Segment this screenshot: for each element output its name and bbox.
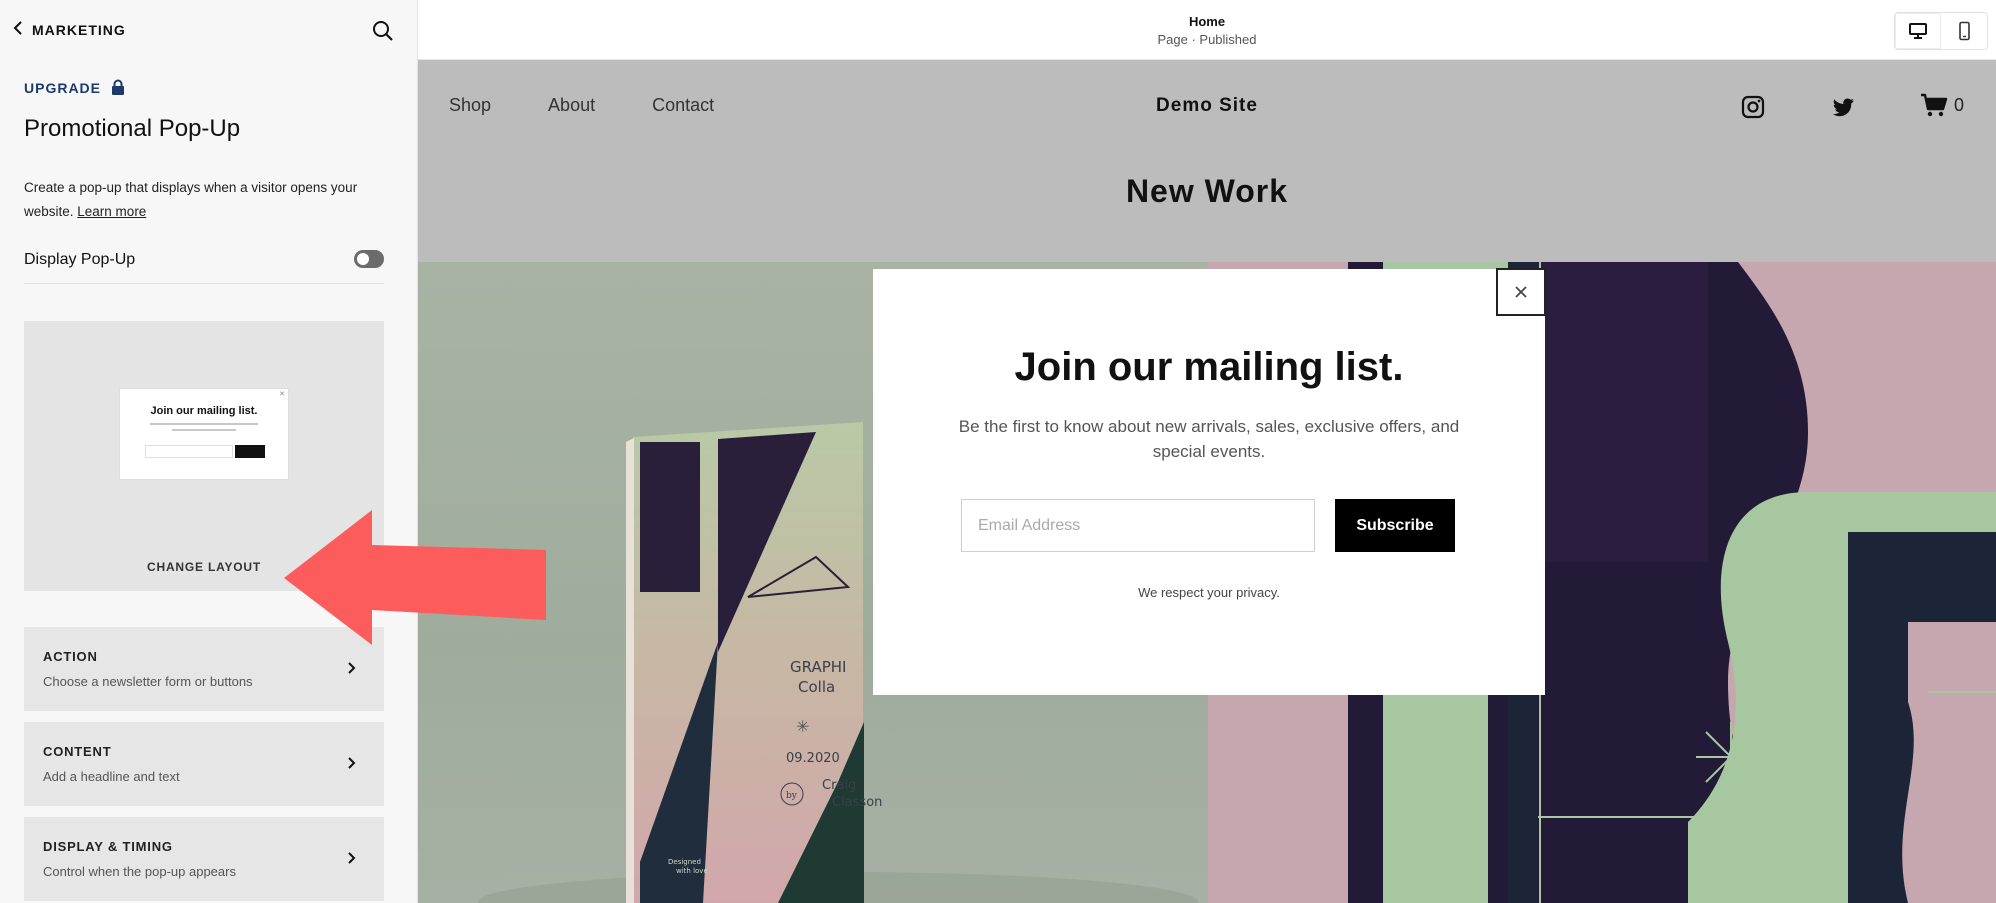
display-popup-toggle[interactable] (354, 250, 384, 268)
book-title-line-2: Colla (798, 678, 835, 696)
upgrade-link[interactable]: UPGRADE (24, 79, 125, 96)
thumbnail-title: Join our mailing list. (150, 405, 258, 417)
section-title: New Work (1125, 173, 1289, 209)
book-date: 09.2020 (786, 751, 840, 766)
lock-icon (111, 79, 125, 96)
menu-item-title: ACTION (43, 649, 98, 664)
chevron-left-icon (12, 20, 24, 41)
upgrade-label: UPGRADE (24, 79, 102, 96)
mobile-view-button[interactable] (1941, 13, 1987, 49)
chevron-right-icon (348, 852, 356, 864)
instagram-icon[interactable] (1740, 94, 1766, 120)
site-nav: Shop About Contact (449, 95, 714, 116)
thumbnail-input (145, 445, 233, 458)
display-popup-row: Display Pop-Up (24, 248, 384, 284)
nav-link-shop[interactable]: Shop (449, 95, 491, 116)
nav-link-contact[interactable]: Contact (652, 95, 714, 116)
screen: MARKETING UPGRADE Promotional Pop-Up Cre… (0, 0, 1996, 903)
menu-item-title: DISPLAY & TIMING (43, 839, 173, 854)
site-logo[interactable]: Demo Site (1156, 95, 1258, 116)
popup-close-button[interactable] (1496, 268, 1546, 316)
editor-topbar: Home Page · Published (418, 0, 1996, 60)
menu-item-subtitle: Control when the pop-up appears (43, 864, 236, 879)
site-header: Shop About Contact Demo Site 0 New Work (418, 60, 1996, 262)
back-to-marketing-button[interactable]: MARKETING (12, 18, 126, 42)
book-footer-line-2: with love (676, 867, 708, 875)
annotation-arrow-icon (284, 510, 546, 645)
settings-panel: MARKETING UPGRADE Promotional Pop-Up Cre… (0, 0, 418, 903)
menu-item-subtitle: Choose a newsletter form or buttons (43, 674, 253, 689)
device-view-toggle (1894, 12, 1988, 50)
search-button[interactable] (370, 18, 396, 44)
popup-title: Join our mailing list. (1014, 345, 1404, 389)
desktop-view-button[interactable] (1895, 13, 1941, 49)
display-popup-label: Display Pop-Up (24, 251, 136, 268)
cart-button[interactable]: 0 (1920, 92, 1964, 118)
cart-count: 0 (1954, 94, 1965, 115)
menu-item-title: CONTENT (43, 744, 112, 759)
email-input[interactable] (961, 499, 1315, 552)
menu-item-subtitle: Add a headline and text (43, 769, 180, 784)
back-label: MARKETING (32, 22, 126, 38)
layout-thumbnail: ✕ Join our mailing list. (120, 389, 288, 479)
panel-header: MARKETING (0, 0, 418, 60)
menu-item-display-timing[interactable]: DISPLAY & TIMING Control when the pop-up… (24, 817, 384, 901)
description-text: Create a pop-up that displays when a vis… (24, 180, 358, 219)
subscribe-button[interactable]: Subscribe (1335, 499, 1455, 552)
twitter-icon[interactable] (1831, 94, 1857, 120)
starburst-mark (1696, 722, 1766, 792)
cart-icon (1921, 93, 1948, 117)
thumbnail-text-line (150, 423, 258, 425)
book-title-line-1: GRAPHI (790, 658, 846, 676)
book-author-line-1: Craig (822, 778, 856, 793)
panel-title: Promotional Pop-Up (24, 115, 241, 142)
menu-item-content[interactable]: CONTENT Add a headline and text (24, 722, 384, 806)
book-footer-line-1: Designed (668, 858, 701, 866)
learn-more-link[interactable]: Learn more (77, 204, 146, 219)
asterisk-glyph: ✳ (796, 717, 809, 736)
close-icon (1515, 286, 1527, 298)
desktop-icon (1909, 23, 1927, 39)
nav-link-about[interactable]: About (548, 95, 595, 116)
book-badge: by (786, 791, 798, 801)
page-status: Page · Published (1157, 32, 1257, 47)
privacy-note: We respect your privacy. (1138, 585, 1280, 600)
thumbnail-text-line (172, 429, 236, 431)
book-author-line-2: Classon (832, 795, 882, 810)
promo-popup: Join our mailing list. Be the first to k… (873, 269, 1545, 695)
toggle-knob (357, 253, 369, 265)
thumbnail-button (235, 445, 265, 458)
panel-description: Create a pop-up that displays when a vis… (24, 176, 384, 224)
search-icon (373, 21, 393, 41)
thumbnail-close-icon: ✕ (279, 391, 285, 398)
chevron-right-icon (348, 757, 356, 769)
popup-text: Be the first to know about new arrivals,… (958, 417, 1460, 461)
chevron-right-icon (348, 662, 356, 674)
mobile-icon (1959, 21, 1970, 41)
page-name: Home (1188, 14, 1226, 29)
